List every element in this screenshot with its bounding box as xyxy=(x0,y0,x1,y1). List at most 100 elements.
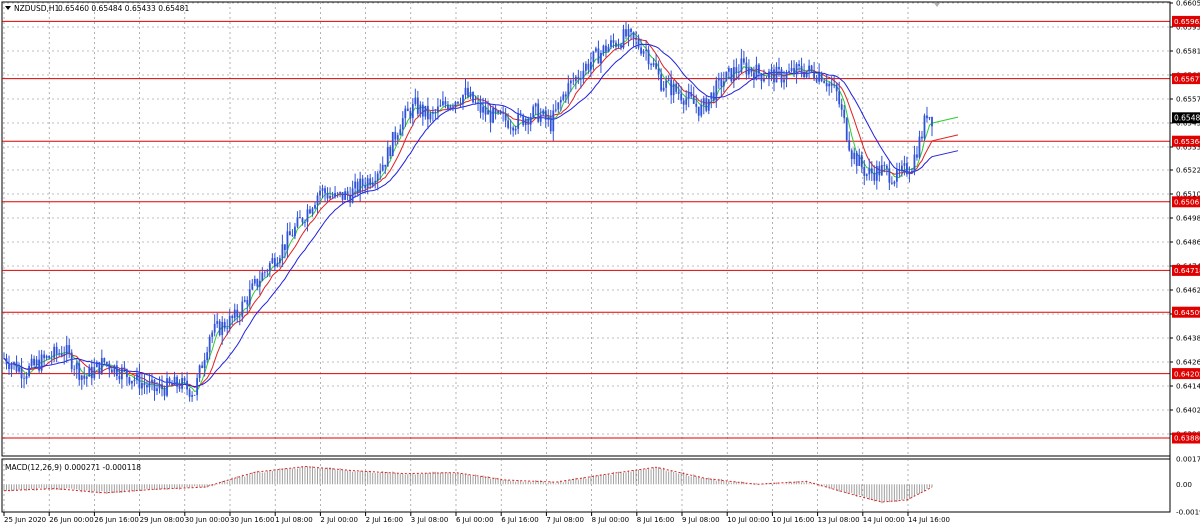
candle-body xyxy=(507,120,510,128)
time-tick-label: 14 Jul 00:00 xyxy=(863,516,905,524)
candle-body xyxy=(916,154,918,158)
candle-body xyxy=(125,369,128,378)
candle-body xyxy=(745,62,748,75)
candle-body xyxy=(226,328,229,330)
candle-body xyxy=(755,64,758,80)
candle-body xyxy=(389,147,392,157)
candle-body xyxy=(429,113,432,120)
candle-body xyxy=(577,76,580,79)
candle-body xyxy=(256,279,259,287)
price-tick-label: 0.64620 xyxy=(1176,286,1200,295)
candle-body xyxy=(20,367,23,379)
candle-body xyxy=(732,67,735,82)
candle-body xyxy=(820,73,823,82)
candle-body xyxy=(778,66,780,70)
candle-body xyxy=(705,98,708,111)
candle-body xyxy=(324,188,326,194)
price-tick-label: 0.66055 xyxy=(1176,0,1200,8)
candle-body xyxy=(780,69,783,83)
time-tick-label: 9 Jul 08:00 xyxy=(682,516,720,524)
time-tick-label: 6 Jul 00:00 xyxy=(456,516,494,524)
candle-body xyxy=(474,102,477,103)
candle-body xyxy=(773,69,775,83)
candle-body xyxy=(569,80,572,84)
candle-body xyxy=(715,80,718,101)
candle-body xyxy=(893,181,896,184)
candle-body xyxy=(730,68,733,82)
candle-body xyxy=(50,357,53,359)
candle-body xyxy=(795,64,798,75)
candle-body xyxy=(115,365,118,377)
candle-body xyxy=(835,84,838,92)
candle-body xyxy=(858,155,861,166)
candle-body xyxy=(151,379,153,383)
price-chart[interactable]: 0.660550.659350.658150.656950.655750.654… xyxy=(0,0,1200,527)
time-tick-label: 13 Jul 08:00 xyxy=(818,516,860,524)
candle-body xyxy=(823,81,826,83)
candle-body xyxy=(913,154,916,172)
candle-body xyxy=(845,118,848,141)
candle-body xyxy=(138,372,141,389)
candle-body xyxy=(853,152,856,160)
candle-body xyxy=(434,111,437,113)
macd-tick-label: -0.00195 xyxy=(1176,508,1200,517)
candle-body xyxy=(113,365,116,373)
candle-body xyxy=(459,103,462,105)
candle-body xyxy=(770,69,773,72)
candle-body xyxy=(710,92,713,100)
candle-body xyxy=(790,68,793,71)
candle-body xyxy=(657,68,660,75)
candle-body xyxy=(90,366,93,379)
candle-body xyxy=(296,217,299,227)
candle-body xyxy=(366,178,369,188)
candle-body xyxy=(875,165,878,181)
time-tick-label: 10 Jul 00:00 xyxy=(727,516,769,524)
candle-body xyxy=(838,91,841,105)
candle-body xyxy=(166,378,168,396)
time-tick-label: 26 Jun 00:00 xyxy=(49,516,93,524)
candle-body xyxy=(815,78,818,82)
candle-body xyxy=(369,178,372,186)
price-tick-label: 0.65220 xyxy=(1176,166,1200,175)
time-axis[interactable]: 25 Jun 2020 26 Jun 00:00 26 Jun 16:00 29 Ju… xyxy=(3,512,950,524)
candle-body xyxy=(482,106,484,113)
candle-body xyxy=(645,49,647,51)
candle-body xyxy=(258,280,261,287)
candle-body xyxy=(906,163,908,175)
candle-body xyxy=(18,367,20,372)
candle-body xyxy=(544,110,547,120)
candle-body xyxy=(146,385,148,388)
candle-body xyxy=(742,58,745,63)
current-price-label: 0.65481 xyxy=(1172,112,1200,124)
price-level-value: 0.64509 xyxy=(1174,308,1200,317)
candle-body xyxy=(374,180,377,183)
candle-body xyxy=(918,136,921,158)
candle-body xyxy=(206,352,209,361)
candle-body xyxy=(692,96,695,104)
candle-body xyxy=(306,209,309,222)
candle-body xyxy=(399,129,402,136)
candle-body xyxy=(830,83,833,86)
price-level-value: 0.65061 xyxy=(1174,198,1200,207)
candle-body xyxy=(735,67,738,73)
price-level-value: 0.65364 xyxy=(1174,137,1200,146)
candle-body xyxy=(702,98,705,106)
candle-body xyxy=(454,101,457,107)
price-level-value: 0.65677 xyxy=(1174,74,1200,83)
candle-body xyxy=(865,174,868,176)
price-tick-label: 0.65575 xyxy=(1176,95,1200,104)
candle-body xyxy=(231,315,234,319)
candle-body xyxy=(431,111,434,114)
candle-body xyxy=(10,364,13,370)
candle-body xyxy=(888,168,891,183)
candle-body xyxy=(640,47,642,54)
candle-body xyxy=(447,104,449,110)
candle-body xyxy=(926,115,928,119)
candle-body xyxy=(788,70,790,73)
candle-body xyxy=(552,110,555,132)
candle-body xyxy=(65,345,68,355)
candle-body xyxy=(700,105,703,116)
candle-body xyxy=(725,71,728,82)
candle-body xyxy=(449,106,452,110)
candle-body xyxy=(278,258,281,264)
